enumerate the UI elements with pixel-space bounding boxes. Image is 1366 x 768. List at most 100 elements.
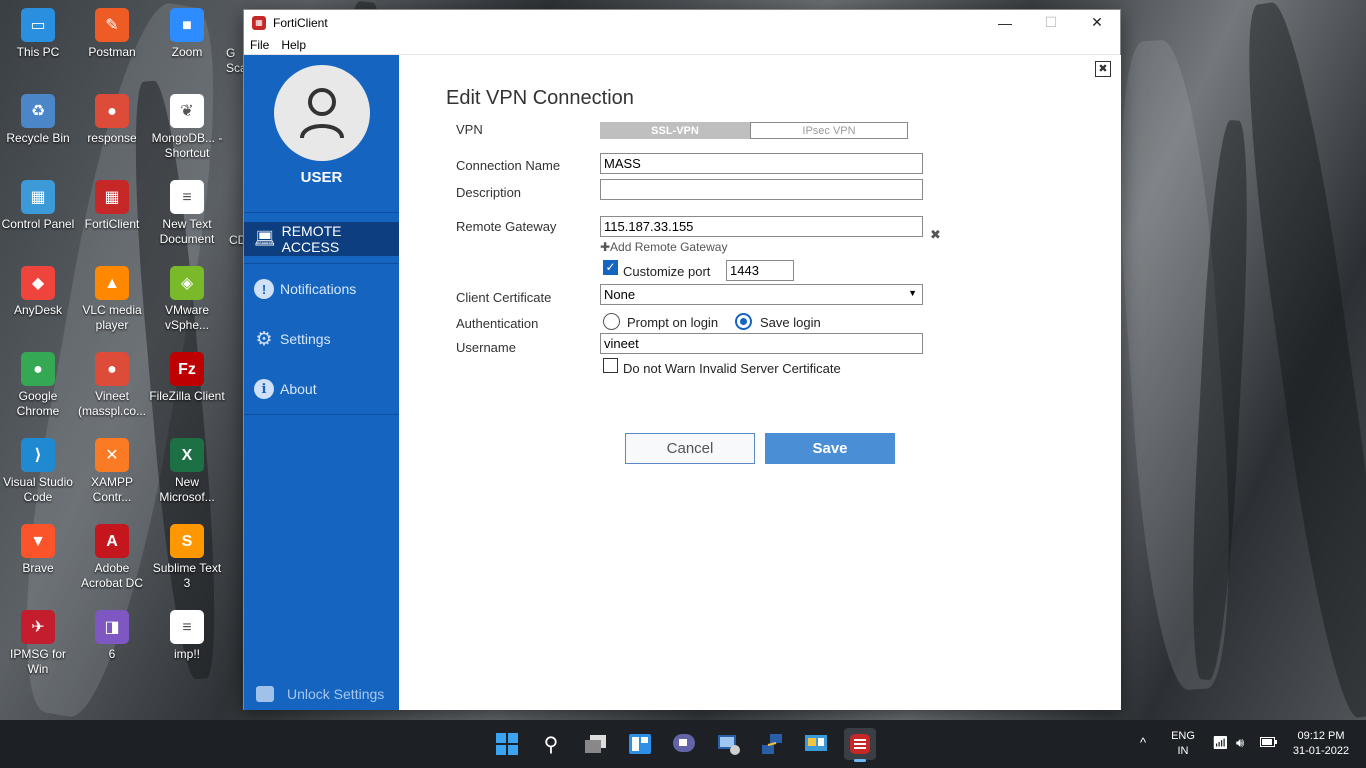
desktop-icon[interactable]: ◈ VMware vSphe... — [149, 266, 225, 333]
desktop-icon[interactable]: ≡ imp!! — [149, 610, 225, 662]
region-label: IN — [1177, 745, 1189, 757]
desktop-icon[interactable]: ♻ Recycle Bin — [0, 94, 76, 146]
desktop-icon[interactable]: ⟩ Visual Studio Code — [0, 438, 76, 505]
desktop-icon[interactable]: ▦ FortiClient — [74, 180, 150, 232]
desktop-app-icon: Fz — [170, 352, 204, 386]
forticlient-app-icon: ▦ — [252, 15, 266, 30]
desktop-icon[interactable]: ◆ AnyDesk — [0, 266, 76, 318]
start-button[interactable] — [491, 728, 523, 760]
clock[interactable]: 09:12 PM 31-01-2022 — [1286, 729, 1356, 759]
desktop-icon[interactable]: ● Google Chrome — [0, 352, 76, 419]
add-remote-gateway-link[interactable]: ✚Add Remote Gateway — [600, 240, 727, 254]
no-warn-certificate-checkbox[interactable] — [603, 358, 618, 373]
remote-gateway-field[interactable]: 115.187.33.155 — [600, 216, 923, 237]
desktop-icon-label: New Microsof... — [159, 475, 215, 504]
sidebar-item-notifications[interactable]: ! Notifications — [244, 264, 399, 314]
client-certificate-label: Client Certificate — [456, 290, 552, 305]
desktop-icon[interactable]: ▼ Brave — [0, 524, 76, 576]
desktop-icon[interactable]: ■ Zoom — [149, 8, 225, 60]
desktop-icon-label: Visual Studio Code — [3, 475, 73, 504]
client-certificate-select[interactable]: None ▼ — [600, 284, 923, 305]
desktop-icon[interactable]: A Adobe Acrobat DC — [74, 524, 150, 591]
minimize-button[interactable]: — — [982, 10, 1028, 35]
customize-port-checkbox[interactable]: ✓ — [603, 260, 618, 275]
window-title: FortiClient — [273, 15, 328, 30]
widgets-button[interactable] — [624, 728, 656, 760]
ipsec-vpn-option[interactable]: IPsec VPN — [750, 122, 908, 139]
save-login-radio[interactable] — [735, 313, 752, 330]
menu-help[interactable]: Help — [281, 38, 306, 52]
desktop-app-icon: ◈ — [170, 266, 204, 300]
sidebar-item-about[interactable]: i About — [244, 364, 399, 414]
desktop-icon[interactable]: Fz FileZilla Client — [149, 352, 225, 404]
desktop-app-icon: ≡ — [170, 610, 204, 644]
desktop-icon-label: Postman — [88, 45, 136, 59]
desktop-app-icon: ● — [21, 352, 55, 386]
cancel-button[interactable]: Cancel — [625, 433, 755, 464]
sidebar-item-settings[interactable]: ⚙ Settings — [244, 314, 399, 364]
desktop-app-icon: ⟩ — [21, 438, 55, 472]
search-button[interactable]: ⚲ — [535, 728, 567, 760]
desktop-icon-label: Google Chrome — [16, 389, 60, 418]
user-label: USER — [300, 169, 343, 186]
desktop-icon[interactable]: ≡ New Text Document — [149, 180, 225, 247]
sidebar-item-remote-access[interactable]: 💻︎ REMOTE ACCESS — [244, 222, 399, 256]
desktop-icon[interactable]: X New Microsof... — [149, 438, 225, 505]
network-connections-button[interactable] — [756, 728, 788, 760]
desktop-app-icon: ● — [95, 94, 129, 128]
ssl-vpn-option[interactable]: SSL-VPN — [600, 122, 750, 139]
desktop-icon[interactable]: ▭ This PC — [0, 8, 76, 60]
username-label: Username — [456, 340, 516, 355]
desktop-icon[interactable]: ❦ MongoDB... - Shortcut — [149, 94, 225, 161]
remove-gateway-icon[interactable]: ✖ — [930, 227, 941, 243]
connection-name-field[interactable]: MASS — [600, 153, 923, 174]
desktop-app-icon: ◆ — [21, 266, 55, 300]
task-view-button[interactable] — [580, 728, 612, 760]
desktop-icon[interactable]: ✎ Postman — [74, 8, 150, 60]
dropdown-arrow-icon: ▼ — [908, 288, 917, 298]
menu-file[interactable]: File — [250, 38, 269, 52]
teams-chat-button[interactable] — [668, 728, 700, 760]
desktop-app-icon: ● — [95, 352, 129, 386]
user-icon — [299, 88, 344, 139]
forticlient-window: ▦ FortiClient — ☐ ✕ File Help USER 💻︎ RE… — [243, 9, 1121, 710]
desktop-icon[interactable]: ● Vineet (masspl.co... — [74, 352, 150, 419]
desktop-icon[interactable]: ● response — [74, 94, 150, 146]
wifi-icon[interactable]: 📶︎ — [1212, 735, 1229, 750]
page-title: Edit VPN Connection — [446, 87, 634, 109]
close-panel-button[interactable]: ✖ — [1095, 61, 1111, 77]
unlock-settings-button[interactable]: Unlock Settings — [244, 684, 399, 704]
desktop-icon-label: MongoDB... - Shortcut — [151, 131, 223, 160]
desktop-icon-label: imp!! — [173, 647, 200, 661]
prompt-on-login-radio[interactable] — [603, 313, 620, 330]
desktop-icon[interactable]: ✕ XAMPP Contr... — [74, 438, 150, 505]
close-window-button[interactable]: ✕ — [1074, 10, 1120, 35]
desktop-icon[interactable]: ✈ IPMSG for Win — [0, 610, 76, 677]
time-label: 09:12 PM — [1297, 730, 1345, 742]
desktop-icon[interactable]: ▲ VLC media player — [74, 266, 150, 333]
volume-icon[interactable]: 🔊︎ — [1236, 735, 1244, 750]
network-app-button[interactable] — [712, 728, 744, 760]
port-field[interactable]: 1443 — [726, 260, 794, 281]
desktop-icon[interactable]: S Sublime Text 3 — [149, 524, 225, 591]
maximize-button[interactable]: ☐ — [1028, 10, 1074, 35]
remote-desktop-icon — [718, 735, 740, 755]
desktop-app-icon: X — [170, 438, 204, 472]
desktop-icon[interactable]: ◨ 6 — [74, 610, 150, 662]
username-field[interactable]: vineet — [600, 333, 923, 354]
desktop-icon-label: VLC media player — [82, 303, 142, 332]
desktop-app-icon: ✕ — [95, 438, 129, 472]
tray-chevron-icon[interactable]: ^ — [1140, 735, 1146, 750]
language-indicator[interactable]: ENG IN — [1168, 729, 1198, 759]
forticlient-taskbar-button[interactable] — [844, 728, 876, 762]
sidebar-item-label: Settings — [280, 331, 331, 347]
desktop-icon-label: Adobe Acrobat DC — [80, 561, 144, 590]
desktop-icon-label: response — [87, 131, 137, 145]
info-icon: i — [254, 379, 274, 399]
description-field[interactable] — [600, 179, 923, 200]
save-button[interactable]: Save — [765, 433, 895, 464]
control-panel-button[interactable] — [800, 728, 832, 760]
desktop-icon-label: IPMSG for Win — [9, 647, 66, 676]
battery-icon[interactable] — [1260, 737, 1278, 752]
desktop-icon[interactable]: ▦ Control Panel — [0, 180, 76, 232]
